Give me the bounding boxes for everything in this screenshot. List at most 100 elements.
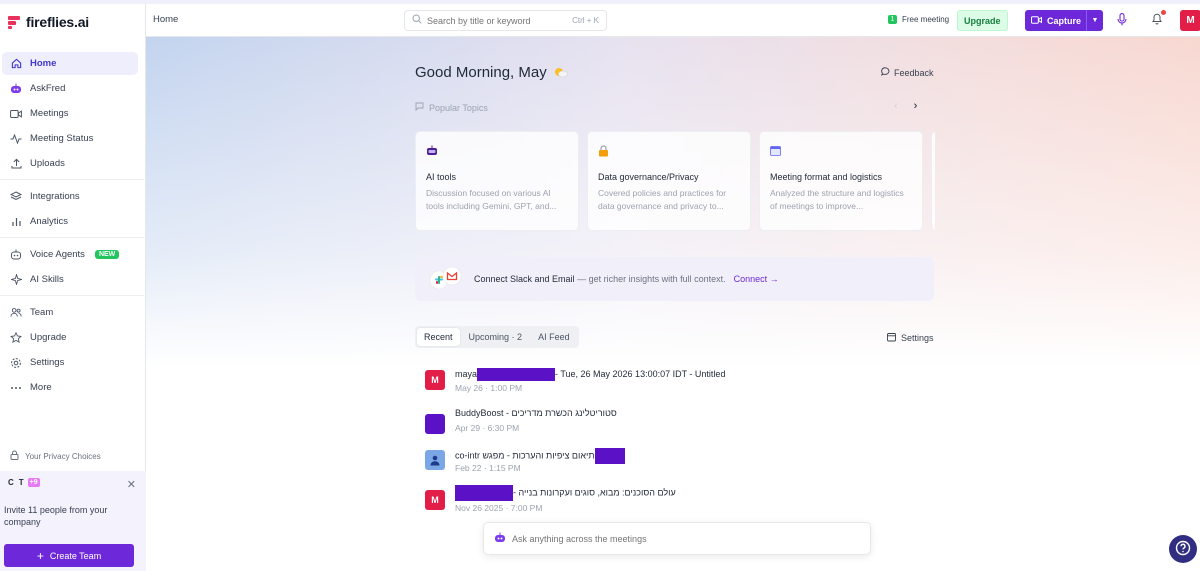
- sidebar-item-voice-agents[interactable]: Voice Agents NEW: [2, 243, 138, 266]
- free-meeting-label: Free meeting: [902, 15, 950, 24]
- sidebar-item-ai-skills[interactable]: AI Skills: [2, 268, 138, 291]
- robot-icon: [426, 145, 568, 159]
- lock-icon: [598, 145, 740, 159]
- search-input[interactable]: [427, 15, 568, 26]
- avatar: M: [425, 370, 445, 390]
- list-item[interactable]: BuddyBoost - סטוריטלינג הכשרת מדריכים Ap…: [423, 404, 923, 444]
- meeting-meta: May 26 · 1:00 PM: [455, 383, 523, 393]
- tab-ai-feed[interactable]: AI Feed: [531, 328, 577, 346]
- sidebar-item-more[interactable]: More: [2, 376, 138, 399]
- sidebar-item-label: Voice Agents: [30, 249, 85, 260]
- upgrade-button[interactable]: Upgrade: [957, 10, 1008, 31]
- main-content: Good Morning, May Feedback Popular Topic…: [146, 37, 1200, 571]
- capture-dropdown[interactable]: ▼: [1086, 10, 1103, 31]
- greeting-text: Good Morning, May: [415, 64, 547, 81]
- sidebar-item-label: AI Skills: [30, 274, 64, 285]
- sidebar-item-analytics[interactable]: Analytics: [2, 210, 138, 233]
- connect-text: Connect Slack and Email — get richer ins…: [474, 274, 726, 284]
- microphone-icon[interactable]: [1117, 13, 1127, 29]
- topic-cards: AI tools Discussion focused on various A…: [415, 131, 935, 231]
- capture-button[interactable]: Capture: [1025, 10, 1086, 31]
- sidebar: fireflies.ai Home AskFred Meetings Meeti…: [0, 4, 146, 571]
- askfred-icon: [10, 83, 22, 95]
- gear-icon: [10, 357, 22, 369]
- meetings-settings-button[interactable]: Settings: [887, 332, 934, 344]
- ask-input[interactable]: [512, 533, 870, 544]
- topic-title: Data governance/Privacy: [598, 172, 699, 182]
- sidebar-item-label: Uploads: [30, 158, 65, 169]
- bar-chart-icon: [10, 216, 22, 228]
- sidebar-item-label: Meetings: [30, 108, 69, 119]
- sidebar-item-label: AskFred: [30, 83, 66, 94]
- sidebar-item-askfred[interactable]: AskFred: [2, 77, 138, 100]
- meeting-tabs: Recent Upcoming · 2 AI Feed: [415, 326, 579, 348]
- new-badge: NEW: [94, 250, 120, 259]
- avatar: M: [425, 490, 445, 510]
- sidebar-item-meetings[interactable]: Meetings: [2, 102, 138, 125]
- sidebar-item-settings[interactable]: Settings: [2, 351, 138, 374]
- connect-subtitle: — get richer insights with full context.: [574, 274, 726, 284]
- message-icon: [415, 102, 424, 113]
- connect-title: Connect Slack and Email: [474, 274, 575, 284]
- list-item[interactable]: M - עולם הסוכנים: מבוא, סוגים ועקרונות ב…: [423, 484, 923, 524]
- user-avatar[interactable]: M: [1180, 10, 1200, 31]
- topic-title: Meeting format and logistics: [770, 172, 883, 182]
- meeting-title: maya - Tue, 26 May 2026 13:00:07 IDT - Un…: [455, 368, 725, 381]
- help-button[interactable]: [1169, 535, 1197, 563]
- video-icon: [10, 108, 22, 120]
- sidebar-item-label: Settings: [30, 357, 65, 368]
- meeting-title: co-intr תיאום ציפיות והערכות - מפגש: [455, 448, 625, 464]
- settings-label: Settings: [901, 333, 934, 343]
- sidebar-item-label: Upgrade: [30, 332, 67, 343]
- sparkle-icon: [10, 274, 22, 286]
- chevron-left-icon[interactable]: ‹: [894, 100, 898, 112]
- connect-link[interactable]: Connect →: [734, 274, 779, 284]
- sidebar-item-uploads[interactable]: Uploads: [2, 152, 138, 175]
- logo[interactable]: fireflies.ai: [8, 14, 89, 30]
- askfred-icon: [494, 532, 506, 546]
- search-icon: [412, 14, 422, 27]
- meeting-meta: Feb 22 · 1:15 PM: [455, 463, 521, 473]
- sidebar-item-meeting-status[interactable]: Meeting Status: [2, 127, 138, 150]
- tab-upcoming[interactable]: Upcoming · 2: [462, 328, 530, 346]
- search-bar[interactable]: Ctrl + K: [404, 10, 607, 31]
- slack-gmail-icons: [428, 266, 464, 292]
- privacy-choices-link[interactable]: Your Privacy Choices: [10, 450, 101, 462]
- breadcrumb[interactable]: Home: [153, 14, 178, 25]
- tab-recent[interactable]: Recent: [417, 328, 460, 346]
- notification-bell-icon[interactable]: [1151, 10, 1166, 28]
- feedback-button[interactable]: Feedback: [881, 67, 934, 78]
- chevron-right-icon[interactable]: ›: [914, 100, 918, 112]
- calendar-settings-icon: [887, 332, 897, 344]
- fireflies-logo-icon: [8, 15, 20, 29]
- topic-card-meeting-format[interactable]: Meeting format and logistics Analyzed th…: [759, 131, 923, 231]
- list-item[interactable]: co-intr תיאום ציפיות והערכות - מפגש Feb …: [423, 444, 923, 484]
- popular-topics-heading: Popular Topics: [415, 102, 488, 113]
- invite-panel: C T +9 ✕ Invite 11 people from your comp…: [0, 471, 146, 571]
- topic-card-data-governance[interactable]: Data governance/Privacy Covered policies…: [587, 131, 751, 231]
- lock-icon: [10, 450, 19, 462]
- sidebar-item-integrations[interactable]: Integrations: [2, 185, 138, 208]
- invite-text: Invite 11 people from your company: [4, 505, 108, 527]
- meeting-title-suffix: - Tue, 26 May 2026 13:00:07 IDT - Untitl…: [555, 368, 726, 379]
- sidebar-item-team[interactable]: Team: [2, 301, 138, 324]
- ask-bar[interactable]: [483, 522, 871, 555]
- brand-name: fireflies.ai: [26, 14, 89, 30]
- topic-description: Analyzed the structure and logistics of …: [770, 188, 904, 211]
- activity-icon: [10, 133, 22, 145]
- chat-bubble-icon: [881, 67, 890, 78]
- sidebar-item-home[interactable]: Home: [2, 52, 138, 75]
- topic-card-partial[interactable]: [931, 131, 935, 231]
- meeting-list: M maya - Tue, 26 May 2026 13:00:07 IDT - …: [423, 364, 923, 524]
- close-icon[interactable]: ✕: [127, 478, 136, 491]
- sidebar-item-label: Integrations: [30, 191, 80, 202]
- sidebar-item-upgrade[interactable]: Upgrade: [2, 326, 138, 349]
- avatar: C: [8, 478, 14, 487]
- create-team-button[interactable]: + Create Team: [4, 544, 134, 567]
- list-item[interactable]: M maya - Tue, 26 May 2026 13:00:07 IDT - …: [423, 364, 923, 404]
- users-icon: [10, 307, 22, 319]
- sidebar-item-label: Team: [30, 307, 54, 318]
- popular-topics-label: Popular Topics: [429, 102, 488, 113]
- privacy-label: Your Privacy Choices: [25, 451, 101, 461]
- topic-card-ai-tools[interactable]: AI tools Discussion focused on various A…: [415, 131, 579, 231]
